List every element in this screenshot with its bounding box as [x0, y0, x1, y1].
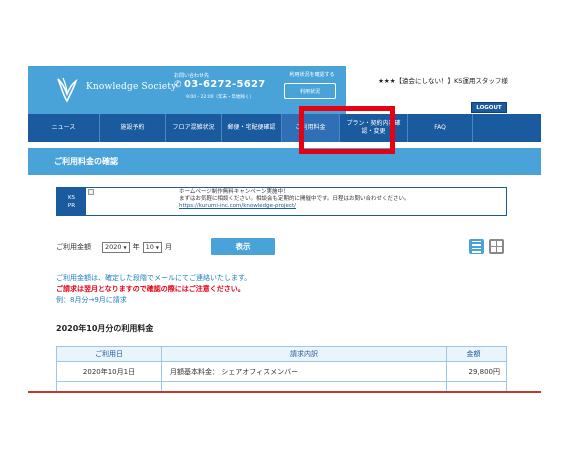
section-heading: 2020年10月分の利用料金 — [56, 324, 154, 333]
chevron-down-icon: ▼ — [155, 244, 159, 250]
list-view-icon[interactable] — [469, 239, 484, 254]
banner-line-1: ホームページ制作無料キャンペーン実施中！ — [179, 189, 289, 195]
confirm-usage-label: 利用状況を確認する — [289, 72, 335, 78]
nav-item-mail-check[interactable]: 郵便・宅配便確認 — [222, 114, 282, 142]
banner-image — [86, 188, 176, 215]
usage-amount-form: ご利用金額 2020 ▼ 年 10 ▼ 月 — [56, 239, 172, 255]
note-email: ご利用金額は、確定した段階でメールにてご連絡いたします。 — [56, 274, 252, 282]
logout-button[interactable]: LOGOUT — [471, 102, 507, 113]
month-value: 10 — [145, 243, 154, 251]
table-header-row: ご利用日 請求内訳 金額 — [56, 346, 507, 362]
nav-item-news[interactable]: ニュース — [28, 114, 100, 142]
nav-item-faq[interactable]: FAQ — [408, 114, 473, 142]
note-billing-warning: ご請求は翌月となりますので確認の際にはご注意ください。 — [56, 285, 245, 293]
banner-link[interactable]: https://kurumi-inc.com/knowledge-project… — [179, 203, 506, 210]
main-nav: ニュース 施設予約 フロア混雑状況 郵便・宅配便確認 ご利用料金 プラン・契約内… — [28, 114, 541, 142]
row-description: 月額基本料金： シェアオフィスメンバー — [161, 361, 447, 382]
business-hours: 9:00 - 22:00（年末・年始除く） — [186, 95, 255, 100]
column-header-amount: 金額 — [446, 346, 507, 362]
ks-pr-tag: KS PR — [57, 188, 86, 215]
row-description-next — [161, 381, 447, 391]
year-value: 2020 — [105, 243, 122, 251]
column-header-breakdown: 請求内訳 — [161, 346, 447, 362]
nav-filler — [473, 114, 541, 142]
usage-notes: ご利用金額は、確定した段階でメールにてご連絡いたします。 ご請求は翌月となります… — [56, 273, 251, 306]
app-frame: Knowledge Society お問い合わせ先 ✆ 03-6272-5627… — [28, 66, 541, 393]
table-row — [56, 381, 507, 391]
row-date-next — [56, 381, 162, 391]
month-select[interactable]: 10 ▼ — [142, 241, 162, 253]
column-header-date: ご利用日 — [56, 346, 162, 362]
row-date: 2020年10月1日 — [56, 361, 162, 382]
site-header: Knowledge Society お問い合わせ先 ✆ 03-6272-5627… — [28, 66, 541, 114]
highlight-box — [299, 106, 395, 154]
usage-amount-label: ご利用金額 — [56, 243, 91, 251]
pr-banner: KS PR ホームページ制作無料キャンペーン実施中！ まずはお気軽に相談ください… — [56, 187, 507, 216]
broken-image-icon — [88, 189, 94, 195]
show-button[interactable]: 表示 — [211, 238, 275, 255]
nav-item-facility-booking[interactable]: 施設予約 — [100, 114, 166, 142]
banner-text: ホームページ制作無料キャンペーン実施中！ まずはお気軽に相談ください。相談会も定… — [176, 188, 506, 215]
user-name: ★★★【遠会にしない！】KS運用スタッフ様 — [378, 77, 508, 85]
brand-name: Knowledge Society — [86, 82, 177, 92]
nav-item-floor-status[interactable]: フロア混雑状況 — [166, 114, 222, 142]
ks-pr-tag-line2: PR — [67, 202, 76, 209]
row-amount-next — [446, 381, 507, 391]
note-example: 例：8月分→9月に請求 — [56, 296, 127, 304]
usage-table: ご利用日 請求内訳 金額 2020年10月1日 月額基本料金： シェアオフィスメ… — [56, 346, 507, 391]
ks-pr-tag-line1: KS — [67, 194, 76, 201]
grid-view-icon[interactable] — [489, 239, 504, 254]
row-amount: 29,800円 — [446, 361, 507, 382]
year-select[interactable]: 2020 ▼ — [102, 241, 130, 253]
logo-icon[interactable] — [54, 75, 80, 105]
contact-label: お問い合わせ先 — [174, 73, 210, 79]
table-row: 2020年10月1日 月額基本料金： シェアオフィスメンバー 29,800円 — [56, 361, 507, 382]
chevron-down-icon: ▼ — [123, 244, 127, 250]
banner-line-2: まずはお気軽に相談ください。相談会も定期的に開催中です。日程はお問い合わせくださ… — [179, 196, 410, 202]
year-unit: 年 — [132, 243, 140, 251]
usage-status-button[interactable]: 利用状況 — [284, 83, 336, 99]
page-title: ご利用料金の確認 — [28, 148, 541, 175]
phone-icon: ✆ — [174, 80, 182, 90]
month-unit: 月 — [164, 243, 172, 251]
phone-number[interactable]: 03-6272-5627 — [184, 79, 265, 90]
